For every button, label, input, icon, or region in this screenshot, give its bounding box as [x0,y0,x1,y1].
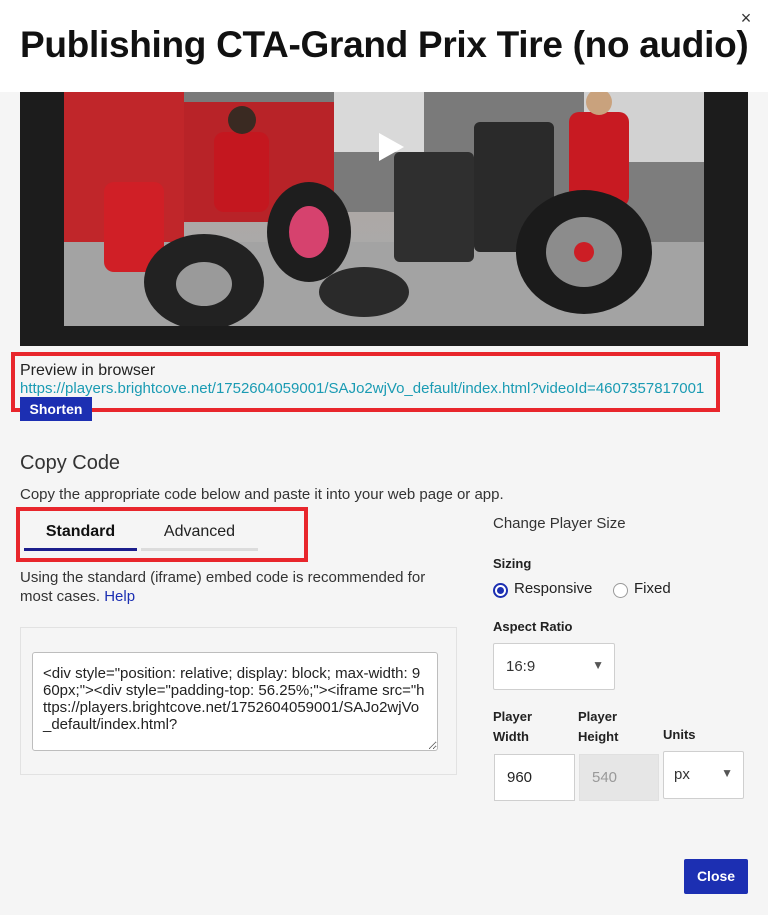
units-value: px [674,766,690,783]
video-preview[interactable] [20,92,748,346]
close-button[interactable]: Close [684,859,748,894]
preview-in-browser-label: Preview in browser [20,362,156,379]
standard-description: Using the standard (iframe) embed code i… [20,568,460,606]
change-player-size-title: Change Player Size [493,515,626,532]
copy-code-description: Copy the appropriate code below and past… [20,486,504,503]
player-height-label: Player Height [578,709,619,744]
shorten-button[interactable]: Shorten [20,397,92,421]
standard-description-text: Using the standard (iframe) embed code i… [20,569,426,605]
tab-advanced[interactable]: Advanced [141,523,258,541]
player-width-input[interactable]: 960 [494,754,575,801]
aspect-ratio-label: Aspect Ratio [493,619,573,634]
tab-standard[interactable]: Standard [24,523,137,541]
aspect-ratio-value: 16:9 [506,658,536,675]
preview-url-link[interactable]: https://players.brightcove.net/175260405… [20,380,704,397]
modal-title: Publishing CTA-Grand Prix Tire (no audio… [20,24,749,65]
video-scene-image [64,92,704,326]
fixed-radio[interactable] [613,583,628,598]
fixed-radio-label[interactable]: Fixed [634,580,671,597]
units-select[interactable]: px ▼ [663,751,744,799]
sizing-label: Sizing [493,556,532,571]
close-icon[interactable]: × [736,8,756,28]
modal-header: Publishing CTA-Grand Prix Tire (no audio… [0,0,768,92]
tab-standard-underline [24,548,137,551]
responsive-radio[interactable] [493,583,508,598]
player-width-label: Player Width [493,709,533,744]
units-label: Units [663,727,696,742]
embed-code-textarea[interactable]: <div style="position: relative; display:… [32,652,438,751]
responsive-radio-label[interactable]: Responsive [514,580,592,597]
chevron-down-icon: ▼ [592,658,604,672]
help-link[interactable]: Help [104,588,135,605]
embed-code-text: <div style="position: relative; display:… [43,665,425,733]
aspect-ratio-select[interactable]: 16:9 ▼ [493,643,615,690]
play-icon[interactable] [373,130,407,164]
tab-advanced-underline [141,548,258,551]
video-thumbnail [64,92,704,326]
player-height-input: 540 [579,754,659,801]
copy-code-title: Copy Code [20,452,121,474]
chevron-down-icon: ▼ [721,766,733,780]
